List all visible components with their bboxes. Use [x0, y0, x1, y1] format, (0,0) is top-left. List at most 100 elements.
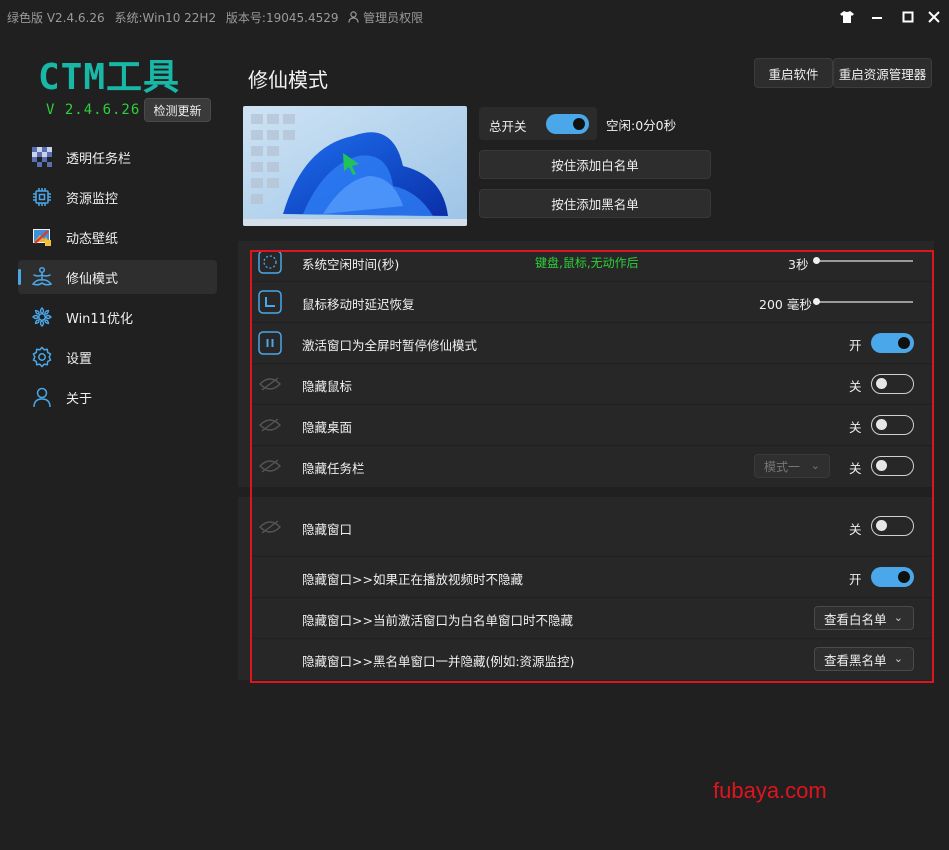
minimize-icon: [872, 17, 882, 19]
setting-label: 隐藏窗口: [302, 522, 353, 537]
setting-row-blacklist-hide: 隐藏窗口>>黑名单窗口一并隐藏(例如:资源监控) 查看黑名单 ⌄: [252, 639, 932, 680]
sidebar-item-label: 动态壁纸: [66, 231, 119, 247]
meditation-icon: [31, 266, 53, 288]
system-label: 系统:Win10 22H2: [114, 11, 217, 25]
toggle-state-label: 关: [849, 522, 862, 537]
toggle-state-label: 关: [849, 379, 862, 394]
toggle-knob: [898, 337, 910, 349]
settings-icon: [31, 346, 53, 368]
checker-icon: [31, 146, 53, 168]
hide-taskbar-toggle[interactable]: [871, 456, 914, 476]
slider-thumb[interactable]: [813, 298, 820, 305]
sidebar-item-meditation-mode[interactable]: 修仙模式: [18, 260, 217, 294]
sidebar-item-dynamic-wallpaper[interactable]: 动态壁纸: [18, 220, 217, 254]
sidebar-item-resource-monitor[interactable]: 资源监控: [18, 180, 217, 214]
add-blacklist-button[interactable]: 按住添加黑名单: [479, 189, 711, 218]
check-update-button[interactable]: 检测更新: [144, 98, 211, 122]
setting-label: 隐藏桌面: [302, 420, 353, 435]
sidebar-item-label: 透明任务栏: [66, 151, 132, 167]
setting-label: 隐藏鼠标: [302, 379, 353, 394]
close-icon: [928, 11, 940, 23]
mouse-delay-value: 200 毫秒: [759, 297, 812, 312]
toggle-state-label: 关: [849, 420, 862, 435]
setting-label: 激活窗口为全屏时暂停修仙模式: [302, 338, 478, 353]
taskbar-mode-dropdown[interactable]: 模式一 ⌄: [754, 454, 830, 478]
hide-window-toggle[interactable]: [871, 516, 914, 536]
fullscreen-pause-toggle[interactable]: [871, 333, 914, 353]
toggle-knob: [876, 378, 887, 389]
dropdown-label: 查看黑名单: [824, 652, 887, 668]
add-whitelist-button[interactable]: 按住添加白名单: [479, 150, 711, 179]
setting-label: 隐藏窗口>>黑名单窗口一并隐藏(例如:资源监控): [302, 654, 575, 669]
sidebar-item-label: 修仙模式: [66, 271, 119, 287]
app-logo-text: CTM工具: [38, 57, 181, 98]
toggle-knob: [876, 460, 887, 471]
pause-icon: [258, 331, 282, 355]
toggle-state-label: 开: [849, 338, 862, 353]
master-switch-label: 总开关: [489, 119, 527, 134]
video-exempt-toggle[interactable]: [871, 567, 914, 587]
idle-time-slider[interactable]: [813, 257, 913, 264]
idle-hint: 键盘,鼠标,无动作后: [535, 256, 639, 270]
setting-row-hide-window: 隐藏窗口 关: [252, 497, 932, 557]
setting-label: 鼠标移动时延迟恢复: [302, 297, 415, 312]
desktop-preview-image: [243, 106, 467, 226]
admin-icon: [348, 11, 363, 25]
chevron-down-icon: ⌄: [893, 611, 903, 624]
eye-off-icon: [258, 413, 282, 437]
toggle-state-label: 关: [849, 461, 862, 476]
eye-off-icon: [258, 515, 282, 539]
edition-label: 绿色版 V2.4.6.26: [7, 11, 105, 25]
sidebar-item-settings[interactable]: 设置: [18, 340, 217, 374]
view-whitelist-dropdown[interactable]: 查看白名单 ⌄: [814, 606, 914, 630]
chip-icon: [31, 186, 53, 208]
idle-status: 空闲:0分0秒: [606, 118, 677, 133]
chevron-down-icon: ⌄: [893, 652, 903, 665]
build-label: 版本号:19045.4529: [225, 11, 339, 25]
skin-button[interactable]: [832, 4, 862, 30]
sidebar-item-about[interactable]: 关于: [18, 380, 217, 414]
dropdown-value: 模式一: [764, 459, 801, 474]
dashed-circle-icon: [258, 250, 282, 274]
title-bar: 绿色版 V2.4.6.26 系统:Win10 22H2 版本号:19045.45…: [0, 0, 949, 34]
setting-label: 系统空闲时间(秒): [302, 257, 400, 272]
setting-label: 隐藏任务栏: [302, 461, 365, 476]
restart-software-button[interactable]: 重启软件: [754, 58, 833, 88]
sidebar-item-label: 设置: [66, 351, 93, 367]
setting-row-fullscreen-pause: 激活窗口为全屏时暂停修仙模式 开: [252, 323, 932, 364]
idle-time-value: 3秒: [788, 257, 809, 272]
sidebar-nav: 透明任务栏 资源监控 动态壁纸 修仙模式 Win11优化 设置 关于: [18, 140, 217, 420]
toggle-knob: [898, 571, 910, 583]
slider-thumb[interactable]: [813, 257, 820, 264]
mouse-delay-slider[interactable]: [813, 298, 913, 305]
hide-desktop-toggle[interactable]: [871, 415, 914, 435]
user-icon: [31, 386, 53, 408]
maximize-icon: [902, 11, 914, 23]
setting-row-video-exempt: 隐藏窗口>>如果正在播放视频时不隐藏 开: [252, 557, 932, 598]
close-button[interactable]: [919, 4, 949, 30]
toggle-knob: [876, 520, 887, 531]
setting-row-idle-time: 系统空闲时间(秒) 键盘,鼠标,无动作后 3秒: [252, 244, 932, 282]
hide-cursor-toggle[interactable]: [871, 374, 914, 394]
toggle-state-label: 开: [849, 572, 862, 587]
view-blacklist-dropdown[interactable]: 查看黑名单 ⌄: [814, 647, 914, 671]
sidebar-item-transparent-taskbar[interactable]: 透明任务栏: [18, 140, 217, 174]
setting-row-hide-cursor: 隐藏鼠标 关: [252, 364, 932, 405]
dropdown-label: 查看白名单: [824, 611, 887, 627]
master-switch-toggle[interactable]: [546, 114, 589, 134]
eye-off-icon: [258, 454, 282, 478]
watermark-text: fubaya.com: [713, 778, 827, 803]
minimize-button[interactable]: [862, 4, 892, 30]
chevron-down-icon: ⌄: [810, 459, 820, 472]
corner-bracket-icon: [258, 290, 282, 314]
sidebar-item-win11-optimize[interactable]: Win11优化: [18, 300, 217, 334]
shirt-icon: [840, 11, 854, 23]
title-text: 绿色版 V2.4.6.26 系统:Win10 22H2 版本号:19045.45…: [7, 9, 429, 26]
page-title: 修仙模式: [248, 68, 328, 92]
sidebar-item-label: Win11优化: [66, 311, 133, 327]
setting-row-hide-taskbar: 隐藏任务栏 模式一 ⌄ 关: [252, 446, 932, 487]
sidebar-item-label: 资源监控: [66, 191, 119, 207]
master-switch-panel: 总开关: [479, 107, 597, 140]
restart-explorer-button[interactable]: 重启资源管理器: [833, 58, 932, 88]
setting-label: 隐藏窗口>>如果正在播放视频时不隐藏: [302, 572, 523, 587]
